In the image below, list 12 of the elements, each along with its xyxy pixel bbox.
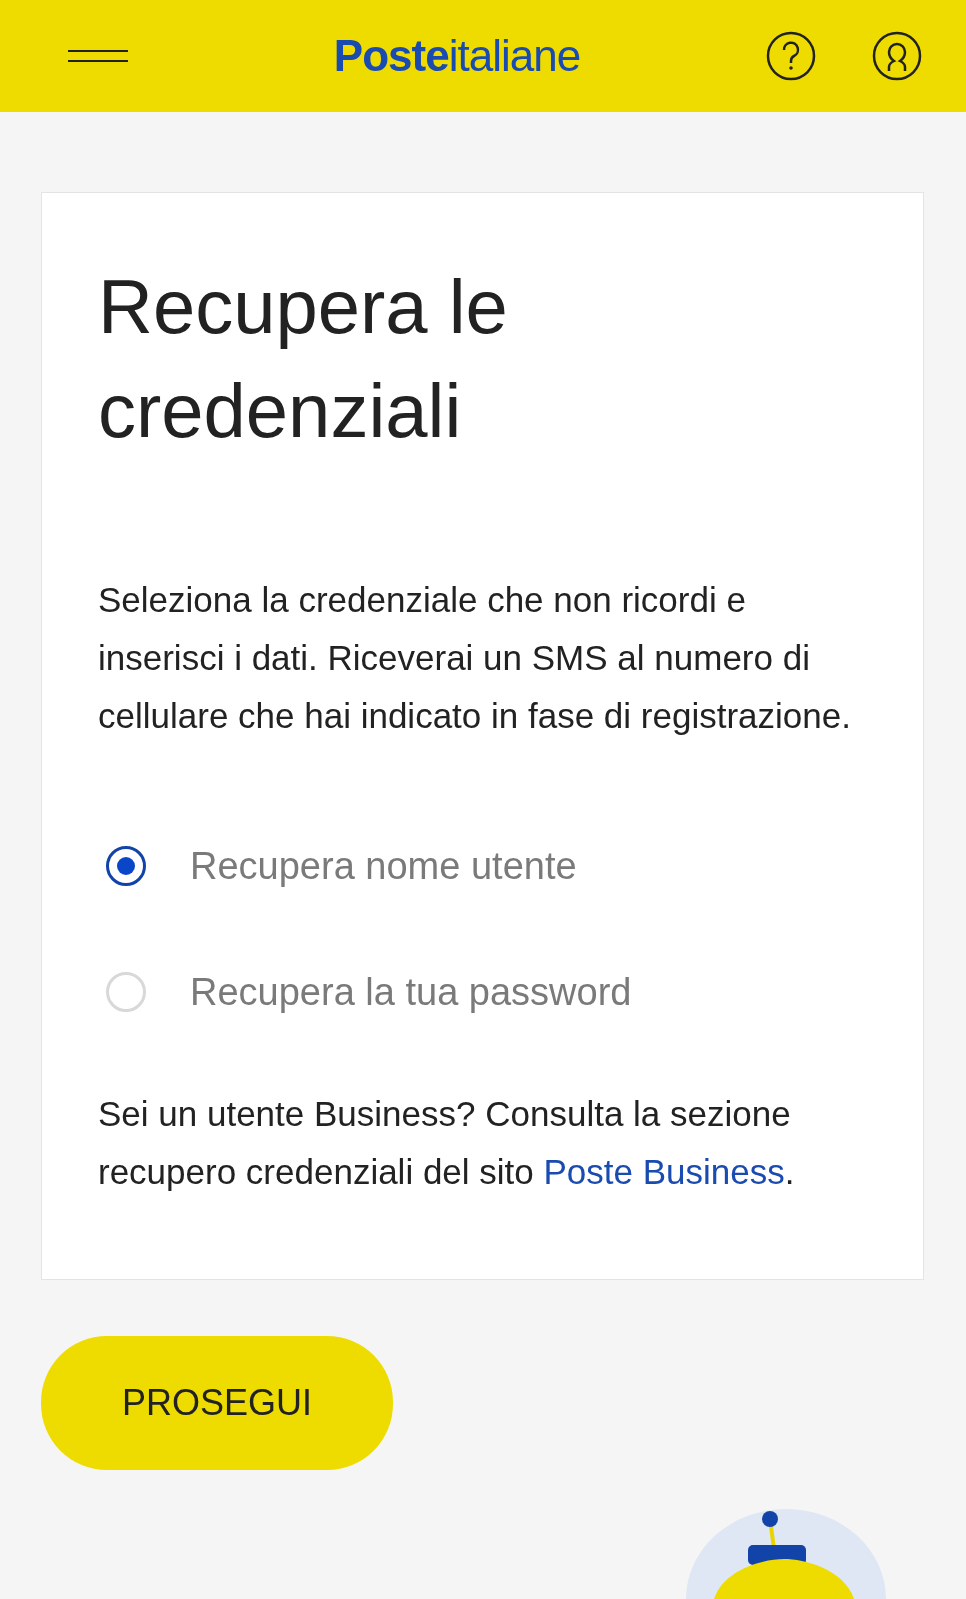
- chatbot-icon[interactable]: [686, 1509, 886, 1599]
- business-link[interactable]: Poste Business: [543, 1152, 785, 1191]
- business-note: Sei un utente Business? Consulta la sezione recupero credenziali del sito Poste Business.: [98, 1093, 796, 1193]
- intro-text: Seleziona la credenziale che non ricordi e inserisci i dati. Riceverai un SMS al numero di cellulare che hai indicato in fase di registrazione.: [98, 579, 852, 737]
- page-title: Recupera le credenziali: [98, 263, 509, 455]
- help-icon[interactable]: [766, 31, 816, 81]
- radio-button[interactable]: [106, 846, 146, 886]
- menu-icon[interactable]: [68, 49, 128, 63]
- user-icon[interactable]: [872, 31, 922, 81]
- continue-button[interactable]: PROSEGUI: [41, 1336, 393, 1470]
- option-label[interactable]: Recupera nome utente: [190, 844, 577, 888]
- option-label[interactable]: Recupera la tua password: [190, 970, 632, 1014]
